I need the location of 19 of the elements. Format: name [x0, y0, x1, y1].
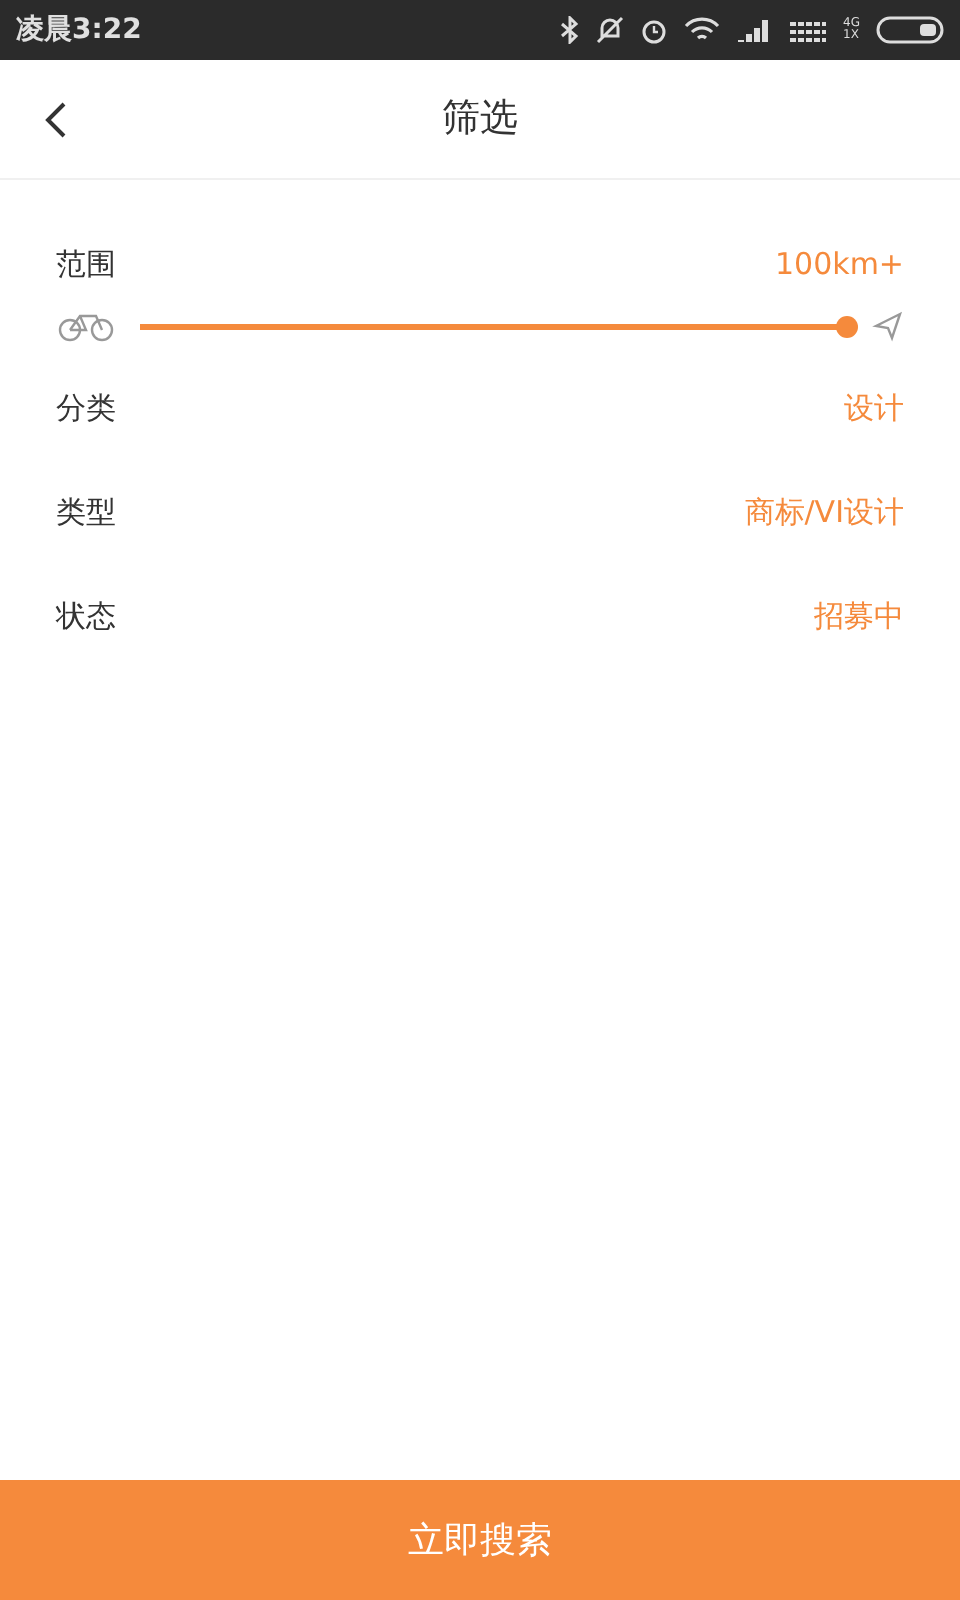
filter-label: 分类: [56, 387, 116, 430]
bicycle-icon: [56, 310, 116, 342]
bluetooth-icon: [559, 16, 580, 44]
filter-value[interactable]: 商标/VI设计: [744, 489, 904, 535]
filter-label: 状态: [56, 595, 116, 638]
signal-icon: [735, 18, 772, 42]
filter-label: 类型: [56, 491, 116, 534]
page-title: 筛选: [442, 94, 518, 145]
wifi-icon: [683, 16, 720, 44]
battery-icon: [876, 16, 944, 44]
search-button[interactable]: 立即搜索: [0, 1480, 960, 1600]
filter-label: 范围: [56, 243, 116, 286]
filter-value[interactable]: 100km+: [775, 241, 904, 287]
filter-value[interactable]: 招募中: [814, 593, 904, 639]
filter-value[interactable]: 设计: [844, 385, 904, 431]
status-time: 凌晨3:22: [16, 11, 142, 49]
signal-icon: [787, 18, 828, 42]
back-icon: [44, 100, 68, 140]
slider-thumb[interactable]: [836, 316, 858, 338]
